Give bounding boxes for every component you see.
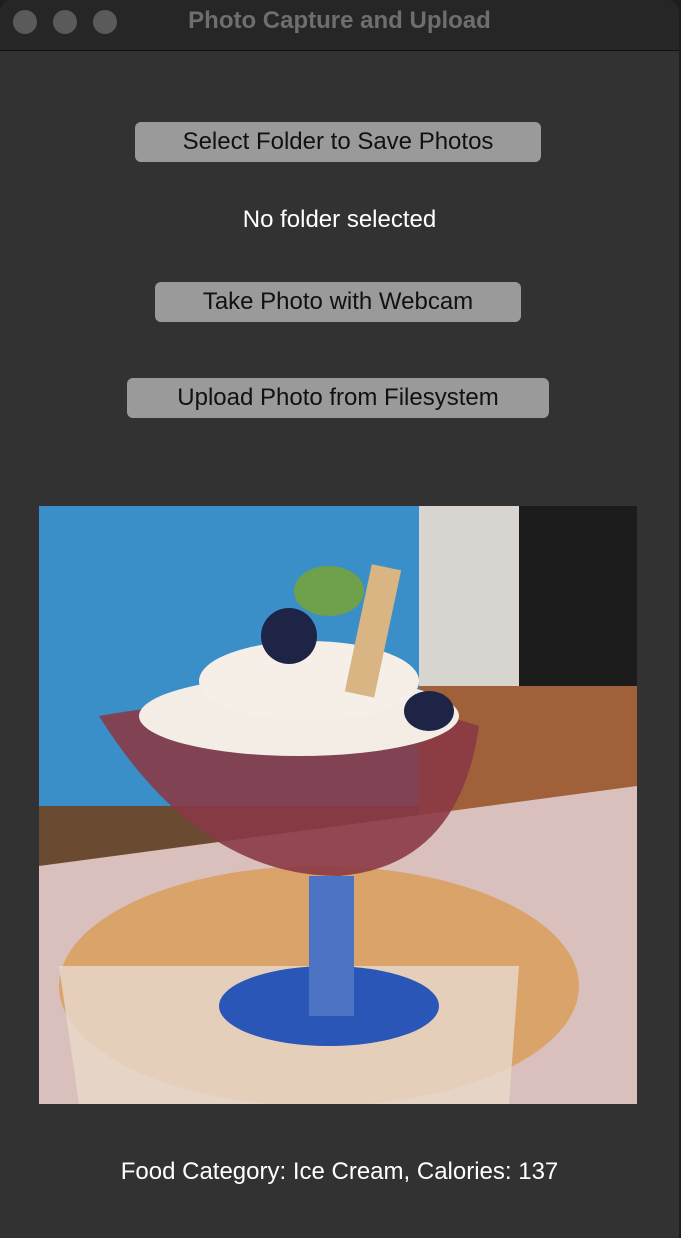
upload-photo-button[interactable]: Upload Photo from Filesystem	[127, 378, 549, 418]
folder-status-label: No folder selected	[242, 206, 437, 233]
food-result-label: Food Category: Ice Cream, Calories: 137	[120, 1158, 559, 1185]
window-title: Photo Capture and Upload	[188, 7, 491, 34]
title-bar: Photo Capture and Upload	[0, 0, 679, 51]
app-window: Photo Capture and Upload Select Folder t…	[0, 0, 679, 1238]
select-folder-button[interactable]: Select Folder to Save Photos	[135, 122, 541, 162]
take-photo-button[interactable]: Take Photo with Webcam	[155, 282, 521, 322]
food-photo	[39, 506, 637, 1104]
